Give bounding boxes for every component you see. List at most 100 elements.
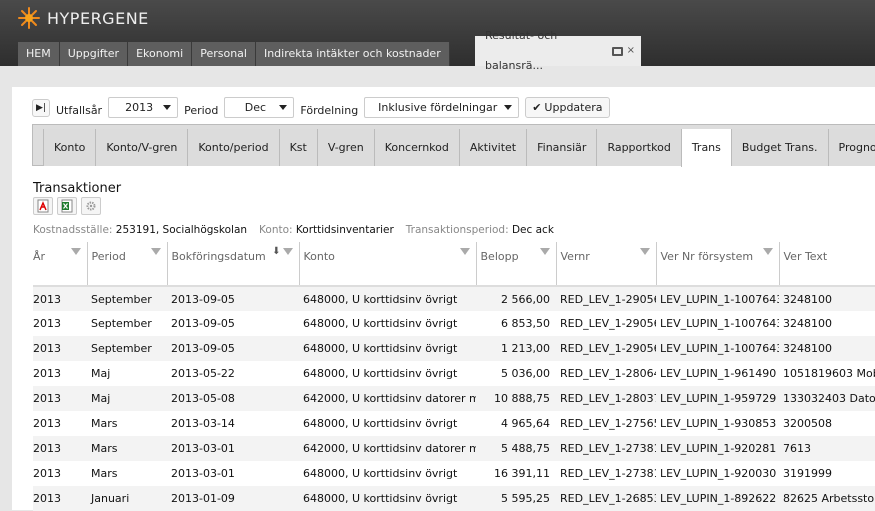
filter-icon[interactable] bbox=[639, 248, 650, 255]
table-cell: RED_LEV_1-27565 bbox=[560, 417, 656, 430]
report-tab-rapportkod[interactable]: Rapportkod bbox=[596, 129, 681, 166]
table-cell: September bbox=[87, 336, 167, 361]
report-tab-trans[interactable]: Trans bbox=[680, 129, 731, 167]
filter-icon[interactable] bbox=[459, 248, 470, 255]
info-period: Transaktionsperiod: Dec ack bbox=[405, 224, 554, 236]
table-cell: LEV_LUPIN_1-959729 bbox=[656, 386, 779, 411]
settings-icon bbox=[86, 201, 96, 211]
report-tab-koncernkod[interactable]: Koncernkod bbox=[373, 129, 459, 166]
settings-button[interactable] bbox=[81, 197, 101, 215]
skip-forward-button[interactable]: ▶| bbox=[32, 98, 50, 117]
report-tab-finansiär[interactable]: Finansiär bbox=[526, 129, 597, 166]
table-cell: 642000, U korttidsinv datorer mm bbox=[299, 436, 476, 461]
report-tab-konto-period[interactable]: Konto/period bbox=[187, 129, 279, 166]
filter-icon[interactable] bbox=[150, 248, 161, 255]
table-row[interactable]: 2013 September 2013-09-05 648000, U korttid… bbox=[33, 336, 875, 361]
nav-tab-hem[interactable]: HEM bbox=[18, 42, 60, 66]
sort-desc-icon[interactable]: ⬇ bbox=[272, 246, 280, 257]
update-button[interactable]: ✔ Uppdatera bbox=[525, 97, 610, 118]
column-header[interactable]: Ver Text bbox=[778, 242, 875, 287]
report-tab-budget-trans[interactable]: Budget Trans. bbox=[730, 129, 828, 166]
table-cell: 2 566,00 bbox=[476, 286, 556, 311]
table-cell: 3248100 bbox=[783, 317, 832, 330]
chevron-down-icon bbox=[279, 105, 288, 110]
column-header[interactable]: Belopp bbox=[475, 242, 556, 287]
column-header[interactable]: Konto bbox=[298, 242, 476, 287]
report-tab-prognos-trans[interactable]: Prognos Trans bbox=[827, 129, 875, 166]
nav-tab-ekonomi[interactable]: Ekonomi bbox=[128, 42, 193, 66]
transactions-table: År Period Bokföringsdatum ⬇ Konto Belopp Vernr… bbox=[33, 242, 875, 511]
distribution-select[interactable]: Inklusive fördelningar bbox=[364, 97, 520, 118]
year-select[interactable]: 2013 bbox=[108, 97, 179, 118]
table-cell: 2013 bbox=[33, 467, 61, 480]
document-tab-label: Resultat- och balansrä... bbox=[485, 29, 558, 72]
nav-tab-personal[interactable]: Personal bbox=[192, 42, 256, 66]
period-select[interactable]: Dec bbox=[224, 97, 295, 118]
app-name: HYPERGENE bbox=[47, 8, 149, 28]
table-cell: 2013 bbox=[33, 317, 61, 330]
document-tab[interactable]: Resultat- och balansrä... × bbox=[475, 29, 641, 72]
table-cell: 5 036,00 bbox=[501, 367, 550, 380]
table-cell: Mars bbox=[87, 436, 167, 461]
column-header[interactable]: Ver Nr försystem bbox=[655, 242, 779, 287]
filter-icon[interactable] bbox=[539, 248, 550, 255]
table-cell: 3200508 bbox=[783, 417, 832, 430]
table-cell: LEV_LUPIN_1-920281 bbox=[656, 436, 779, 461]
chevron-down-icon bbox=[504, 105, 513, 110]
close-tab-icon[interactable]: × bbox=[627, 36, 635, 66]
filter-icon[interactable] bbox=[282, 248, 293, 255]
excel-export-button[interactable] bbox=[57, 197, 77, 215]
table-cell: RED_LEV_1-28037 bbox=[556, 386, 656, 411]
column-header[interactable]: Period bbox=[86, 242, 167, 287]
table-row[interactable]: 2013 Maj 2013-05-22 648000, U korttidsinv ö… bbox=[33, 361, 875, 386]
table-cell: 6 853,50 bbox=[501, 317, 550, 330]
table-cell: 3191999 bbox=[783, 467, 832, 480]
nav-tab-uppgifter[interactable]: Uppgifter bbox=[59, 42, 129, 66]
info-cost-center: Kostnadsställe: 253191, Socialhögskolan bbox=[33, 224, 248, 236]
table-row[interactable]: 2013 Mars 2013-03-01 648000, U korttidsinv … bbox=[33, 461, 875, 486]
table-cell: LEV_LUPIN_1-1007643 bbox=[656, 336, 779, 361]
table-cell: 2013 bbox=[33, 436, 87, 461]
table-cell: Maj bbox=[87, 386, 167, 411]
table-cell: RED_LEV_1-27381 bbox=[556, 436, 656, 461]
table-cell: 2013-09-05 bbox=[167, 286, 299, 311]
distribution-label: Fördelning bbox=[300, 104, 359, 117]
filter-icon[interactable] bbox=[762, 248, 773, 255]
logo: HYPERGENE bbox=[17, 6, 149, 30]
filter-icon[interactable] bbox=[70, 248, 81, 255]
report-tab-v-gren[interactable]: V-gren bbox=[316, 129, 374, 166]
table-cell: 648000, U korttidsinv övrigt bbox=[299, 286, 476, 311]
table-row[interactable]: 2013 September 2013-09-05 648000, U korttid… bbox=[33, 286, 875, 311]
nav-tab-indirekta[interactable]: Indirekta intäkter och kostnader bbox=[255, 42, 450, 66]
table-row[interactable]: 2013 September 2013-09-05 648000, U korttid… bbox=[33, 311, 875, 336]
column-header[interactable]: Bokföringsdatum ⬇ bbox=[166, 242, 299, 287]
report-tab-konto[interactable]: Konto bbox=[43, 129, 96, 166]
table-cell: 82625 Arbetsstol bbox=[779, 486, 875, 511]
table-cell: LEV_LUPIN_1-1007643 bbox=[656, 286, 779, 311]
table-row[interactable]: 2013 Maj 2013-05-08 642000, U korttidsinv d… bbox=[33, 386, 875, 411]
table-row[interactable]: 2013 Januari 2013-01-09 648000, U korttidsi… bbox=[33, 486, 875, 511]
column-header[interactable]: Vernr bbox=[555, 242, 656, 287]
pdf-export-button[interactable] bbox=[33, 197, 53, 215]
table-cell: LEV_LUPIN_1-930853 bbox=[660, 417, 777, 430]
report-tab-kst[interactable]: Kst bbox=[278, 129, 317, 166]
report-tab-konto-v-gren[interactable]: Konto/V-gren bbox=[95, 129, 188, 166]
table-cell: September bbox=[91, 317, 152, 330]
column-header[interactable]: År bbox=[33, 242, 87, 287]
checkmark-icon: ✔ bbox=[532, 101, 542, 114]
report-info: Kostnadsställe: 253191, Socialhögskolan … bbox=[33, 224, 554, 236]
table-row[interactable]: 2013 Mars 2013-03-01 642000, U korttidsinv … bbox=[33, 436, 875, 461]
table-cell: 648000, U korttidsinv övrigt bbox=[303, 467, 458, 480]
report-tab-aktivitet[interactable]: Aktivitet bbox=[458, 129, 527, 166]
excel-export-icon bbox=[61, 199, 73, 213]
table-cell: 10 888,75 bbox=[476, 386, 556, 411]
table-cell: 3248100 bbox=[779, 336, 875, 361]
table-cell: 2013 bbox=[33, 417, 61, 430]
table-cell: 4 965,64 bbox=[501, 417, 550, 430]
pdf-export-icon bbox=[37, 199, 49, 213]
popout-icon[interactable] bbox=[611, 46, 623, 56]
skip-icon: ▶| bbox=[36, 102, 46, 113]
table-cell: LEV_LUPIN_1-892622 bbox=[656, 486, 779, 511]
table-cell: RED_LEV_1-27381 bbox=[560, 467, 656, 480]
table-row[interactable]: 2013 Mars 2013-03-14 648000, U korttidsinv … bbox=[33, 411, 875, 436]
